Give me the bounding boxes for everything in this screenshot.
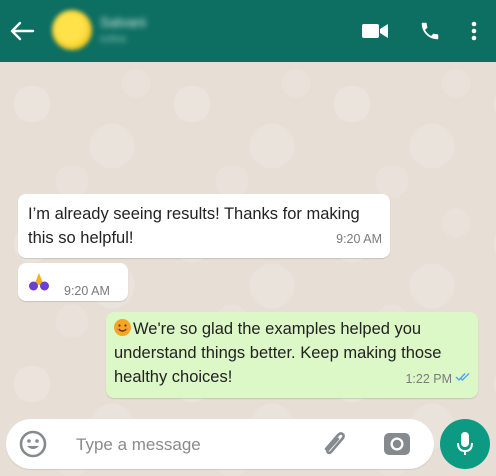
paperclip-icon xyxy=(324,432,345,455)
microphone-icon xyxy=(457,432,473,455)
contact-name[interactable]: Salvani xyxy=(100,14,146,30)
read-receipt-icon xyxy=(455,365,471,389)
video-camera-icon xyxy=(362,24,388,38)
message-body: We're so glad the examples helped you un… xyxy=(114,320,442,386)
message-input[interactable] xyxy=(76,433,296,457)
voice-call-button[interactable] xyxy=(418,20,442,42)
message-time: 9:20 AM xyxy=(64,284,110,298)
contact-status: online xyxy=(100,34,127,45)
chat-header: Salvani online xyxy=(0,0,496,62)
back-button[interactable] xyxy=(8,18,36,44)
smiling-face-emoji xyxy=(114,319,131,336)
folded-hands-emoji xyxy=(28,272,50,299)
voice-message-button[interactable] xyxy=(440,419,490,469)
message-time: 1:22 PM xyxy=(405,372,452,386)
incoming-message[interactable]: 9:20 AM xyxy=(18,263,128,301)
incoming-message[interactable]: I’m already seeing results! Thanks for m… xyxy=(18,194,390,258)
more-options-button[interactable] xyxy=(466,20,482,42)
video-call-button[interactable] xyxy=(360,20,390,42)
phone-icon xyxy=(421,22,439,40)
smiley-icon xyxy=(19,430,47,458)
avatar[interactable] xyxy=(52,10,92,50)
outgoing-message[interactable]: We're so glad the examples helped you un… xyxy=(106,312,478,398)
emoji-button[interactable] xyxy=(18,429,48,459)
camera-icon xyxy=(384,433,410,455)
message-time: 9:20 AM xyxy=(336,232,382,246)
attach-button[interactable] xyxy=(318,429,352,459)
arrow-left-icon xyxy=(10,21,35,41)
more-vertical-icon xyxy=(471,21,477,41)
camera-button[interactable] xyxy=(382,430,412,458)
message-text: I’m already seeing results! Thanks for m… xyxy=(28,205,360,247)
message-composer xyxy=(6,419,434,469)
